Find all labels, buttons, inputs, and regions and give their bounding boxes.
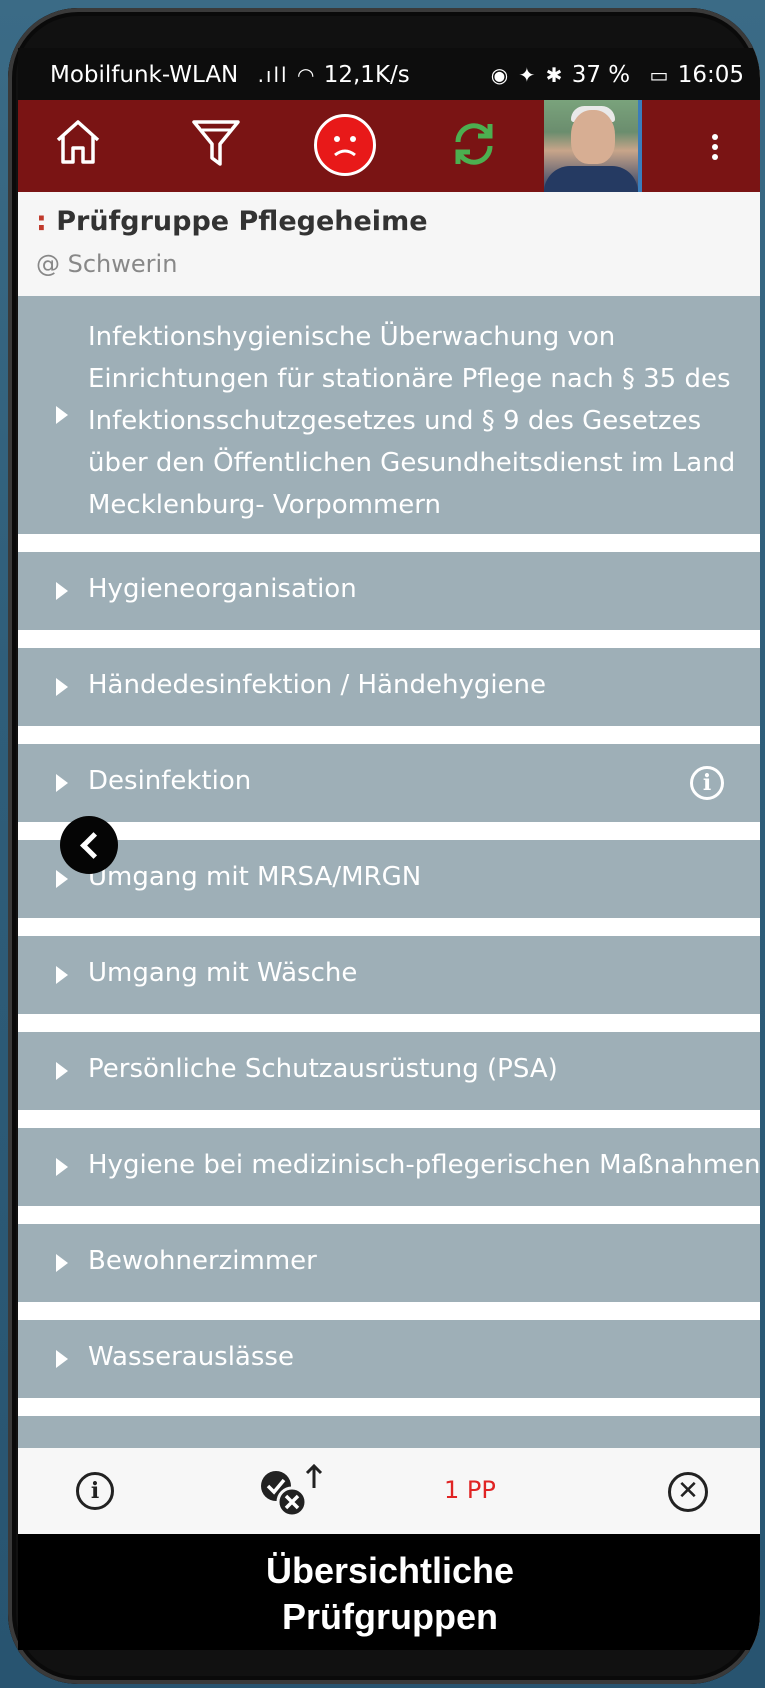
section-item[interactable]: Umgang mit MRSA/MRGN xyxy=(18,840,760,918)
expand-arrow-icon xyxy=(56,870,68,888)
network-speed: 12,1K/s xyxy=(323,62,410,88)
section-list: Infektionshygienische Überwachung von Ei… xyxy=(18,296,760,1448)
pp-count: 1 PP xyxy=(444,1476,496,1504)
expand-arrow-icon xyxy=(56,966,68,984)
back-arrow-button[interactable] xyxy=(60,816,118,874)
expand-arrow-icon xyxy=(56,1254,68,1272)
section-item[interactable]: Hygiene bei medizinisch-pflegerischen Ma… xyxy=(18,1128,760,1206)
signal-wifi-icon: .ıll ◠ xyxy=(257,63,317,87)
expand-arrow-icon xyxy=(56,406,68,424)
sad-face-icon[interactable] xyxy=(314,114,376,176)
more-vert-icon[interactable] xyxy=(712,130,718,164)
battery-icon: ▭ xyxy=(649,63,671,87)
expand-arrow-icon xyxy=(56,1350,68,1368)
section-item[interactable]: Hygieneorganisation xyxy=(18,552,760,630)
section-item[interactable]: Umgang mit Wäsche xyxy=(18,936,760,1014)
bottom-action-bar: i 1 PP ✕ xyxy=(18,1448,760,1534)
battery-percent: 37 % xyxy=(571,62,631,88)
section-item-partial[interactable] xyxy=(18,1416,760,1448)
section-item[interactable]: Wasserauslässe xyxy=(18,1320,760,1398)
location-subtitle: @ Schwerin xyxy=(36,250,178,278)
clock: 16:05 xyxy=(677,62,744,88)
carrier-label: Mobilfunk-WLAN xyxy=(50,62,239,88)
app-screen: Mobilfunk-WLAN .ıll ◠ 12,1K/s ◉ ✦ ✱ 37 %… xyxy=(18,48,760,1650)
expand-arrow-icon xyxy=(56,678,68,696)
footer-caption: Übersichtliche Prüfgruppen xyxy=(18,1534,760,1650)
app-toolbar xyxy=(18,100,760,192)
status-left: Mobilfunk-WLAN .ıll ◠ 12,1K/s xyxy=(50,62,410,88)
section-item[interactable]: Händedesinfektion / Händehygiene xyxy=(18,648,760,726)
avatar[interactable] xyxy=(544,100,642,192)
expand-arrow-icon xyxy=(56,774,68,792)
check-cancel-upload-icon[interactable] xyxy=(256,1462,326,1522)
refresh-icon[interactable] xyxy=(446,116,502,172)
info-icon[interactable]: i xyxy=(690,766,724,800)
status-icons: ◉ ✦ ✱ xyxy=(490,63,565,87)
footer-line-1: Übersichtliche xyxy=(265,1550,515,1591)
filter-icon[interactable] xyxy=(190,116,242,172)
status-right: ◉ ✦ ✱ 37 % ▭ 16:05 xyxy=(479,62,744,88)
status-bar: Mobilfunk-WLAN .ıll ◠ 12,1K/s ◉ ✦ ✱ 37 %… xyxy=(18,48,760,100)
expand-arrow-icon xyxy=(56,582,68,600)
footer-line-2: Prüfgruppen xyxy=(282,1596,498,1637)
section-item[interactable]: Desinfektion i xyxy=(18,744,760,822)
page-title: : Prüfgruppe Pflegeheime xyxy=(36,206,428,237)
page-header: : Prüfgruppe Pflegeheime @ Schwerin xyxy=(18,192,760,296)
section-item[interactable]: Infektionshygienische Überwachung von Ei… xyxy=(18,296,760,534)
section-item[interactable]: Persönliche Schutzausrüstung (PSA) xyxy=(18,1032,760,1110)
expand-arrow-icon xyxy=(56,1062,68,1080)
phone-frame: Mobilfunk-WLAN .ıll ◠ 12,1K/s ◉ ✦ ✱ 37 %… xyxy=(8,8,760,1684)
home-icon[interactable] xyxy=(52,116,104,168)
section-item[interactable]: Bewohnerzimmer xyxy=(18,1224,760,1302)
close-icon[interactable]: ✕ xyxy=(668,1472,708,1512)
info-icon[interactable]: i xyxy=(76,1472,114,1510)
expand-arrow-icon xyxy=(56,1158,68,1176)
